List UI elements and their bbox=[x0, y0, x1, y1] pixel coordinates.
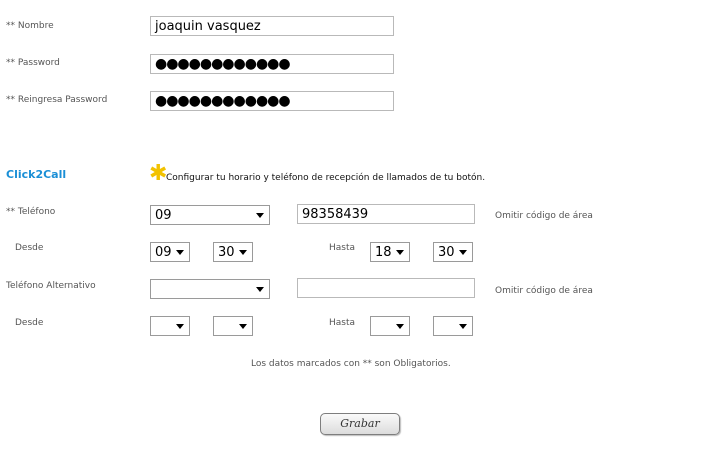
alt-area-code-select[interactable] bbox=[150, 279, 270, 299]
hasta-hour-select[interactable]: 18 bbox=[370, 242, 410, 262]
desde-min-value: 30 bbox=[218, 245, 235, 260]
click2call-note: Configurar tu horario y teléfono de rece… bbox=[166, 173, 486, 183]
chevron-down-icon bbox=[256, 287, 264, 292]
password-label: ** Password bbox=[6, 58, 60, 68]
chevron-down-icon bbox=[256, 213, 264, 218]
desde-min-select[interactable]: 30 bbox=[213, 242, 253, 262]
area-code-select[interactable]: 09 bbox=[150, 205, 270, 225]
desde-hour-value: 09 bbox=[155, 245, 172, 260]
desde-hour-select[interactable]: 09 bbox=[150, 242, 190, 262]
alt-hasta-hour-select[interactable] bbox=[370, 316, 410, 336]
hasta-hour-value: 18 bbox=[375, 245, 392, 260]
alt-hasta-min-select[interactable] bbox=[433, 316, 473, 336]
chevron-down-icon bbox=[459, 250, 467, 255]
repassword-label: ** Reingresa Password bbox=[6, 95, 108, 105]
chevron-down-icon bbox=[396, 324, 404, 329]
chevron-down-icon bbox=[239, 250, 247, 255]
alt-omit-area-hint: Omitir código de área bbox=[495, 286, 593, 296]
telefono-input[interactable]: 98358439 bbox=[297, 204, 475, 224]
save-button[interactable]: Grabar bbox=[320, 413, 400, 435]
click2call-title: Click2Call bbox=[6, 168, 67, 181]
nombre-input[interactable]: joaquin vasquez bbox=[150, 16, 394, 36]
area-code-value: 09 bbox=[155, 208, 172, 223]
alt-telefono-label: Teléfono Alternativo bbox=[6, 281, 96, 291]
chevron-down-icon bbox=[396, 250, 404, 255]
nombre-label: ** Nombre bbox=[6, 21, 54, 31]
telefono-label: ** Teléfono bbox=[6, 207, 56, 217]
chevron-down-icon bbox=[459, 324, 467, 329]
required-fields-note: Los datos marcados con ** son Obligatori… bbox=[251, 359, 451, 369]
chevron-down-icon bbox=[176, 324, 184, 329]
hasta-label: Hasta bbox=[329, 243, 356, 253]
asterisk-icon: ✱ bbox=[149, 161, 168, 186]
omit-area-hint: Omitir código de área bbox=[495, 211, 593, 221]
hasta-min-select[interactable]: 30 bbox=[433, 242, 473, 262]
alt-telefono-input[interactable] bbox=[297, 278, 475, 298]
alt-desde-hour-select[interactable] bbox=[150, 316, 190, 336]
chevron-down-icon bbox=[239, 324, 247, 329]
alt-desde-min-select[interactable] bbox=[213, 316, 253, 336]
chevron-down-icon bbox=[176, 250, 184, 255]
password-input[interactable]: ●●●●●●●●●●●● bbox=[150, 54, 394, 74]
alt-desde-label: Desde bbox=[15, 318, 44, 328]
desde-label: Desde bbox=[15, 243, 44, 253]
repassword-input[interactable]: ●●●●●●●●●●●● bbox=[150, 91, 394, 111]
hasta-min-value: 30 bbox=[438, 245, 455, 260]
alt-hasta-label: Hasta bbox=[329, 318, 356, 328]
